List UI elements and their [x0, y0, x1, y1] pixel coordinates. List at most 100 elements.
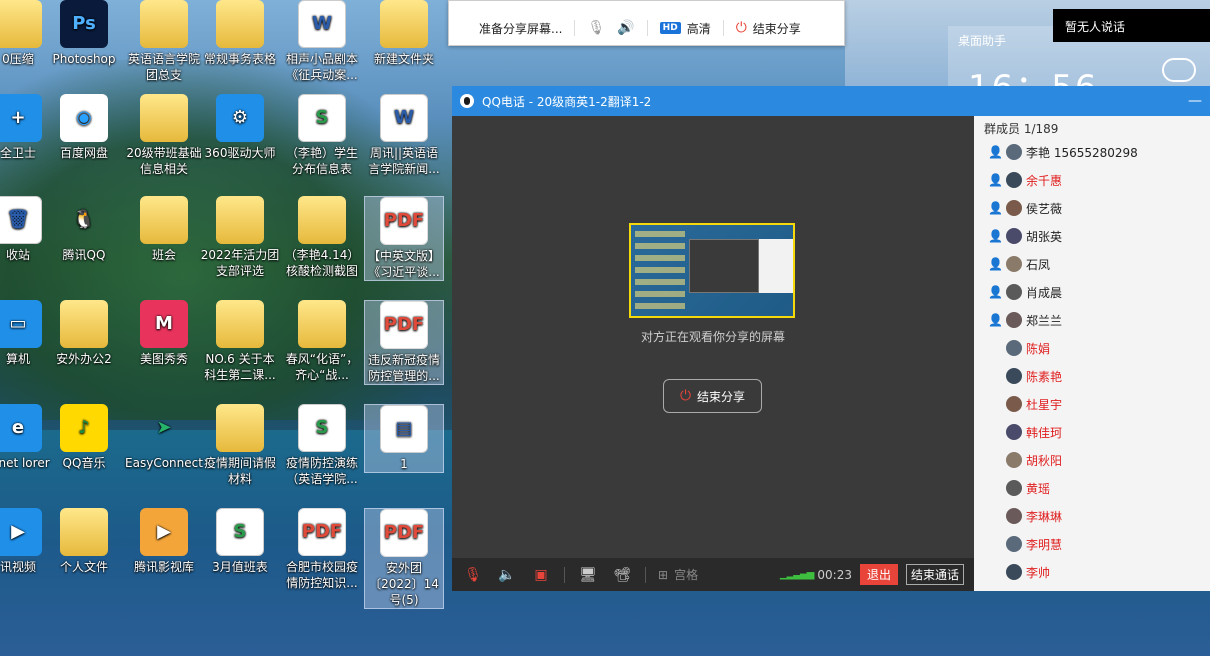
desktop-icon[interactable]: PDF 合肥市校园疫情防控知识...: [282, 508, 362, 591]
member-row[interactable]: 👤 李艳 15655280298: [974, 138, 1210, 166]
desktop-icon[interactable]: NO.6 关于本科生第二课...: [200, 300, 280, 383]
folder-icon: [216, 0, 264, 48]
grid-icon: ⊞: [658, 567, 669, 582]
desktop-icon-label: 周讯||英语语言学院新闻...: [368, 146, 440, 176]
document-icon: PDF: [298, 508, 346, 556]
avatar: [1006, 228, 1022, 244]
member-row[interactable]: 陈娟: [974, 334, 1210, 362]
end-share-label: 结束分享: [697, 389, 746, 404]
desktop-icon[interactable]: 安外办公2: [44, 300, 124, 367]
member-row[interactable]: 李帅: [974, 558, 1210, 586]
avatar: [1006, 396, 1022, 412]
desktop-icon[interactable]: ⚙ 360驱动大师: [200, 94, 280, 161]
desktop-icon[interactable]: ▤ 1: [364, 404, 444, 473]
desktop-icon[interactable]: W 相声小品剧本《征兵动案...: [282, 0, 362, 83]
document-icon: W: [298, 0, 346, 48]
member-row[interactable]: 韩佳珂: [974, 418, 1210, 446]
desktop-icon[interactable]: ▶ 腾讯影视库: [124, 508, 204, 575]
desktop-icon[interactable]: Ps Photoshop: [44, 0, 124, 67]
desktop-icon-label: 春风“化语”，齐心“战...: [285, 352, 359, 382]
member-row[interactable]: 👤 石凤: [974, 250, 1210, 278]
end-call-button[interactable]: 结束通话: [905, 564, 964, 585]
screen-share-toolbar: 准备分享屏幕... 🎙 🔊 HD 高清 ⏻ 结束分享: [448, 0, 845, 46]
desktop-icon[interactable]: 个人文件: [44, 508, 124, 575]
hd-toggle[interactable]: HD 高清: [659, 20, 711, 37]
avatar: [1006, 312, 1022, 328]
screen-share-icon[interactable]: 🖥: [577, 564, 599, 586]
speaker-status-tooltip: 暂无人说话: [1053, 9, 1210, 42]
speaker-icon[interactable]: 🔊: [617, 20, 634, 36]
desktop-icon[interactable]: S 疫情防控演练（英语学院...: [282, 404, 362, 487]
end-share-top-button[interactable]: ⏻ 结束分享: [736, 20, 801, 37]
end-share-button[interactable]: ⏻ 结束分享: [663, 379, 762, 413]
desktop-icon[interactable]: 班会: [124, 196, 204, 263]
avatar: [1006, 200, 1022, 216]
desktop-icon[interactable]: 疫情期间请假材料: [200, 404, 280, 487]
desktop-icon[interactable]: S 3月值班表: [200, 508, 280, 575]
desktop-icon-label: 3月值班表: [212, 560, 268, 574]
desktop-icon-label: Photoshop: [52, 52, 116, 66]
app-icon: ◉: [60, 94, 108, 142]
avatar: [1006, 340, 1022, 356]
member-row[interactable]: 陈素艳: [974, 362, 1210, 390]
hd-badge-icon: HD: [659, 22, 681, 34]
speaker-icon[interactable]: 🔈: [496, 564, 518, 586]
app-icon: ▶: [140, 508, 188, 556]
desktop-icon[interactable]: ➤ EasyConnect: [124, 404, 204, 471]
member-row[interactable]: 👤 郑兰兰: [974, 306, 1210, 334]
mic-muted-icon[interactable]: 🎙: [462, 564, 484, 586]
avatar: [1006, 536, 1022, 552]
desktop-icon[interactable]: 英语语言学院团总支: [124, 0, 204, 83]
member-row[interactable]: 👤 侯艺薇: [974, 194, 1210, 222]
desktop-icon[interactable]: （李艳4.14）核酸检测截图: [282, 196, 362, 279]
folder-icon: [380, 0, 428, 48]
desktop-icon-label: 【中英文版】《习近平谈...: [367, 249, 440, 279]
desktop-icon[interactable]: 新建文件夹: [364, 0, 444, 67]
member-row[interactable]: 李琳琳: [974, 502, 1210, 530]
avatar: [1006, 424, 1022, 440]
end-share-top-label: 结束分享: [752, 21, 801, 36]
desktop-icon[interactable]: 🐧 腾讯QQ: [44, 196, 124, 263]
desktop-icon-label: 1: [400, 457, 408, 471]
desktop-icon-label: 疫情防控演练（英语学院...: [285, 456, 358, 486]
desktop-icon[interactable]: ◉ 百度网盘: [44, 94, 124, 161]
app-icon: ⚙: [216, 94, 264, 142]
member-name: 李帅: [1026, 565, 1051, 580]
member-row[interactable]: 👤 胡张英: [974, 222, 1210, 250]
document-icon: PDF: [380, 509, 428, 557]
desktop-icon[interactable]: 春风“化语”，齐心“战...: [282, 300, 362, 383]
document-icon: S: [298, 404, 346, 452]
desktop-icon[interactable]: PDF 违反新冠疫情防控管理的...: [364, 300, 444, 385]
member-row[interactable]: 杜星宇: [974, 390, 1210, 418]
presentation-icon[interactable]: 📽: [611, 564, 633, 586]
exit-button[interactable]: 退出: [859, 564, 898, 585]
app-icon: ▭: [0, 300, 42, 348]
admin-icon: 👤: [988, 145, 1003, 159]
member-row[interactable]: 👤 余千惠: [974, 166, 1210, 194]
member-row[interactable]: 李明慧: [974, 530, 1210, 558]
minimize-button[interactable]: —: [1188, 93, 1202, 109]
desktop-icon[interactable]: 2022年活力团支部评选: [200, 196, 280, 279]
desktop-icon[interactable]: W 周讯||英语语言学院新闻...: [364, 94, 444, 177]
member-row[interactable]: 胡秋阳: [974, 446, 1210, 474]
qq-call-titlebar[interactable]: QQ电话 - 20级商英1-2翻译1-2 —: [452, 86, 1210, 116]
desktop-icon[interactable]: 常规事务表格: [200, 0, 280, 67]
member-row[interactable]: 黄瑶: [974, 474, 1210, 502]
desktop-icon-label: （李艳）学生分布信息表: [285, 146, 358, 176]
camera-off-icon[interactable]: ▣: [530, 564, 552, 586]
desktop-icon[interactable]: S （李艳）学生分布信息表: [282, 94, 362, 177]
avatar: [1006, 452, 1022, 468]
desktop-icon[interactable]: M 美图秀秀: [124, 300, 204, 367]
desktop-icon[interactable]: PDF 安外团〔2022〕14号(5): [364, 508, 444, 609]
desktop-icon-label: 疫情期间请假材料: [203, 456, 276, 486]
desktop-icon[interactable]: 20级带班基础信息相关: [124, 94, 204, 177]
desktop-icon[interactable]: ♪ QQ音乐: [44, 404, 124, 471]
grid-view-toggle[interactable]: ⊞ 宫格: [658, 566, 698, 583]
admin-icon: 👤: [988, 201, 1003, 215]
folder-icon: [0, 0, 42, 48]
mic-muted-icon[interactable]: 🎙: [587, 20, 605, 36]
member-name: 郑兰兰: [1026, 313, 1063, 328]
desktop-icon[interactable]: PDF 【中英文版】《习近平谈...: [364, 196, 444, 281]
member-row[interactable]: 👤 肖成晨: [974, 278, 1210, 306]
desktop-icon-label: 腾讯QQ: [62, 248, 106, 262]
